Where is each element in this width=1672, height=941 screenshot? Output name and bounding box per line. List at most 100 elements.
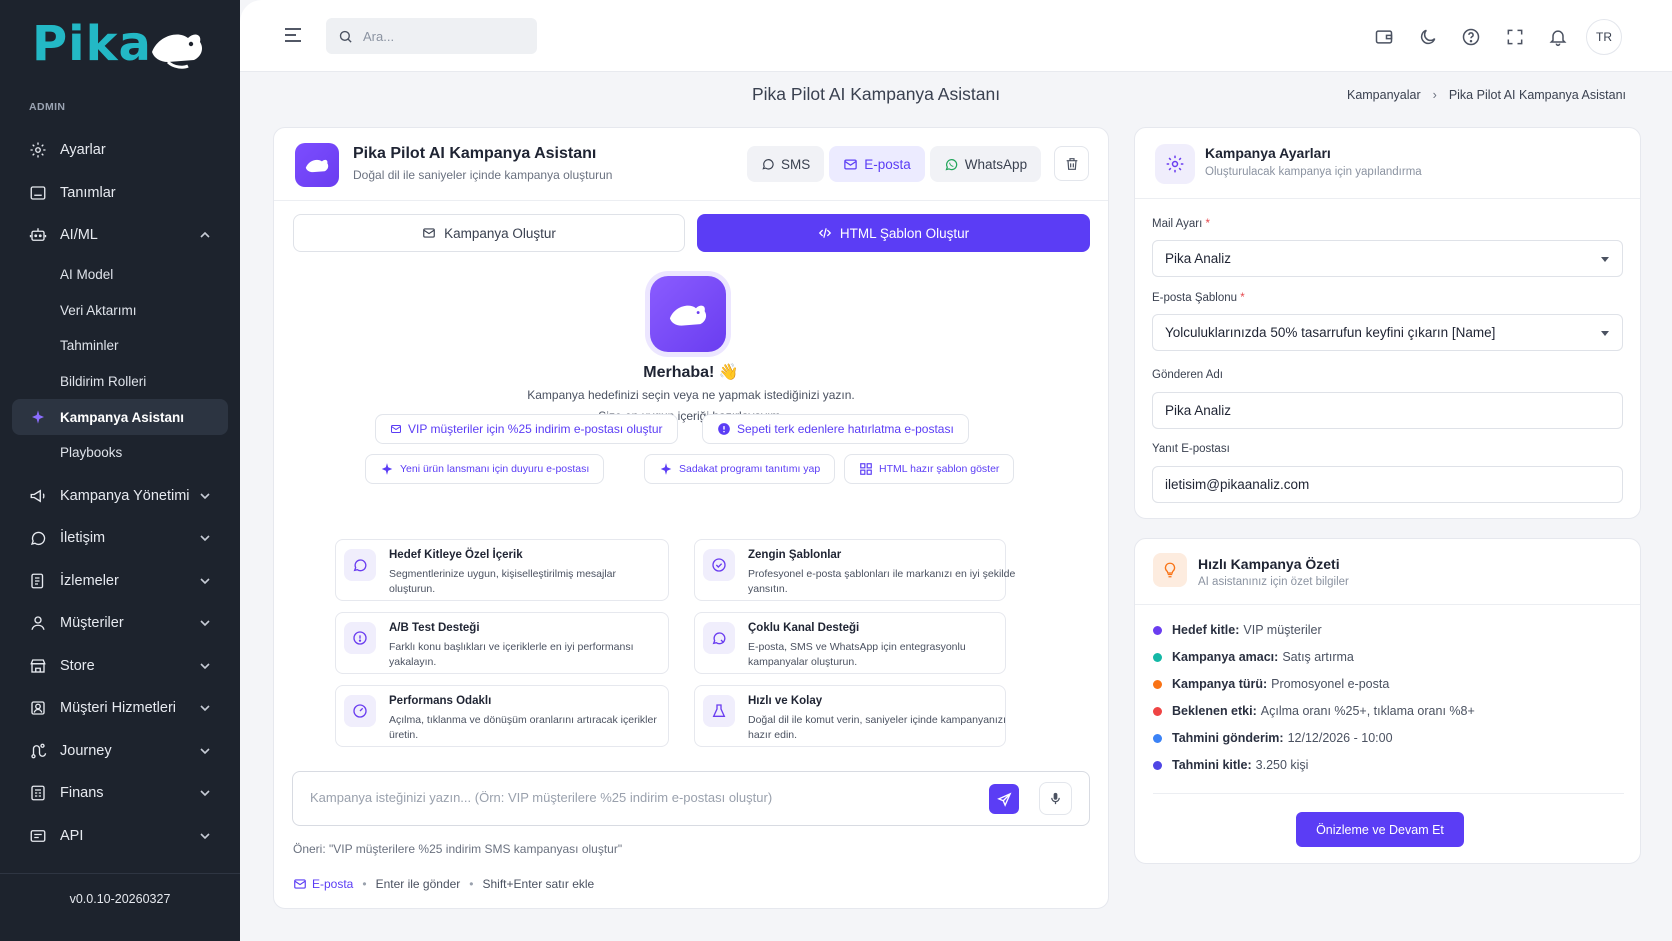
sidebar-item-musteriler[interactable]: Müşteriler [12,602,228,645]
input-hints: E-posta • Enter ile gönder • Shift+Enter… [293,877,594,891]
sidebar-item-izlemeler[interactable]: İzlemeler [12,560,228,603]
sidebar-item-store[interactable]: Store [12,645,228,688]
sidebar-item-label: AI/ML [60,227,98,244]
bullet [1153,679,1162,689]
microphone-button[interactable] [1039,782,1072,815]
template-icon [860,463,872,475]
sidebar-item-tanimlar[interactable]: Tanımlar [12,172,228,215]
required-mark: * [1240,292,1245,304]
sidebar-item-aiml[interactable]: AI/ML [12,214,228,257]
feature-title: Performans Odaklı [389,695,492,707]
mail-setting-select[interactable]: Pika Analiz [1152,240,1623,277]
clear-chat-button[interactable] [1054,146,1089,181]
summary-row: Tahmini gönderim: 12/12/2026 - 10:00 [1153,731,1393,745]
help-icon[interactable] [1454,20,1488,54]
channel-email-button[interactable]: E-posta [829,146,925,182]
sidebar-item-ayarlar[interactable]: Ayarlar [12,129,228,172]
gear-icon [28,140,48,160]
mail-icon [391,425,401,433]
breadcrumb: Kampanyalar › Pika Pilot AI Kampanya Asi… [1347,88,1626,102]
chat-icon [28,528,48,548]
hint-enter: Enter ile gönder [375,877,461,891]
logo-text: Pika [32,16,152,72]
current-channel-label: E-posta [312,877,354,891]
preview-continue-button[interactable]: Önizleme ve Devam Et [1296,812,1464,847]
search-input[interactable]: Ara... [326,18,537,54]
feature-desc: Profesyonel e-posta şablonları ile marka… [748,568,1016,595]
lightbulb-icon [1153,553,1187,587]
suggestion-chip[interactable]: HTML hazır şablon göster [844,454,1015,484]
bullet [1153,733,1162,743]
sidebar-item-finans[interactable]: Finans [12,772,228,815]
channel-whatsapp-button[interactable]: WhatsApp [929,146,1042,182]
bell-icon[interactable] [1541,20,1575,54]
suggestion-line: Öneri: "VIP müşterilere %25 indirim SMS … [293,842,622,856]
campaign-summary-card: Hızlı Kampanya Özeti AI asistanınız için… [1134,538,1641,864]
channel-sms-button[interactable]: SMS [747,146,825,182]
fullscreen-icon[interactable] [1498,20,1532,54]
summary-key: Tahmini kitle: [1172,758,1252,772]
feature-title: Zengin Şablonlar [748,549,842,561]
brand-logo[interactable]: Pika [32,16,206,72]
summary-row: Hedef kitle: VIP müşteriler [1153,623,1322,637]
chevron-down-icon [198,786,212,800]
tab-html-sablon-olustur[interactable]: HTML Şablon Oluştur [697,214,1090,252]
sidebar-item-label: API [60,827,84,844]
divider [1135,198,1640,199]
suggestion-chip[interactable]: Sepeti terk edenlere hatırlatma e-postas… [702,414,969,444]
sidebar-subitem-tahminler[interactable]: Tahminler [12,328,228,364]
sidebar-item-iletisim[interactable]: İletişim [12,517,228,560]
suggestion-chip[interactable]: VIP müşteriler için %25 indirim e-postas… [375,414,678,444]
sender-name-field[interactable]: Pika Analiz [1152,392,1623,429]
bullet [1153,625,1162,635]
summary-key: Hedef kitle: [1172,623,1240,637]
prompt-input[interactable]: Kampanya isteğinizi yazın... (Örn: VIP m… [292,771,1090,826]
sidebar-subitem-kampanya-asistani[interactable]: Kampanya Asistanı [12,399,228,435]
send-button[interactable] [989,784,1019,814]
sidebar-item-kampanya-yonetimi[interactable]: Kampanya Yönetimi [12,475,228,518]
sidebar-item-journey[interactable]: Journey [12,730,228,773]
summary-row: Beklenen etki: Açılma oranı %25+, tıklama… [1153,704,1475,718]
sidebar-subitem-bildirim-rolleri[interactable]: Bildirim Rolleri [12,364,228,400]
feature-desc: E-posta, SMS ve WhatsApp için entegrasyo… [748,641,966,668]
email-template-label: E-posta Şablonu * [1152,292,1245,304]
sms-icon [762,159,774,170]
hero-mouse-icon [650,276,726,352]
info-icon [344,622,376,654]
tab-kampanya-olustur[interactable]: Kampanya Oluştur [293,214,685,252]
chevron-down-icon [198,616,212,630]
suggestion-chip[interactable]: Sadakat programı tanıtımı yap [644,454,836,484]
divider [1135,604,1640,605]
suggestion-chip[interactable]: Yeni ürün lansmanı için duyuru e-postası [365,454,605,484]
feature-desc: Doğal dil ile komut verin, saniyeler içi… [748,714,1006,741]
sidebar-subitem-veri-aktarimi[interactable]: Veri Aktarımı [12,292,228,328]
assistant-logo-icon [295,143,339,187]
sidebar-item-label: Store [60,657,95,674]
suggestion-text[interactable]: "VIP müşterilere %25 indirim SMS kampany… [329,842,622,856]
sidebar-subitem-playbooks[interactable]: Playbooks [12,435,228,471]
sidebar: Pika ADMIN Ayarlar Tanımlar AI/ML AI Mod… [0,0,240,941]
chip-label: Sepeti terk edenlere hatırlatma e-postas… [737,422,954,436]
sidebar-subitem-ai-model[interactable]: AI Model [12,257,228,293]
moon-icon[interactable] [1411,20,1445,54]
sidebar-item-label: Müşteri Hizmetleri [60,700,177,717]
menu-toggle-button[interactable] [284,26,302,44]
sidebar-item-musteri-hizmetleri[interactable]: Müşteri Hizmetleri [12,687,228,730]
sidebar-item-label: Journey [60,742,112,759]
sidebar-item-api[interactable]: API [12,815,228,858]
feature-card: A/B Test Desteği Farklı konu başlıkları … [335,612,669,674]
chevron-right-icon: › [1432,88,1437,102]
sparkle-icon [381,463,393,475]
reply-email-field[interactable]: iletisim@pikaanaliz.com [1152,466,1623,503]
prompt-placeholder: Kampanya isteğinizi yazın... (Örn: VIP m… [310,790,773,805]
breadcrumb-current: Pika Pilot AI Kampanya Asistanı [1448,88,1626,102]
tab-label: HTML Şablon Oluştur [839,225,970,241]
language-switcher[interactable]: TR [1586,19,1622,55]
email-template-select[interactable]: Yolculuklarınızda 50% tasarrufun keyfini… [1152,314,1623,351]
multichannel-icon [703,622,735,654]
breadcrumb-item[interactable]: Kampanyalar [1347,88,1421,102]
wallet-icon[interactable] [1367,20,1401,54]
api-icon [28,826,48,846]
sidebar-item-label: Ayarlar [60,142,106,159]
separator-dot: • [362,877,367,891]
